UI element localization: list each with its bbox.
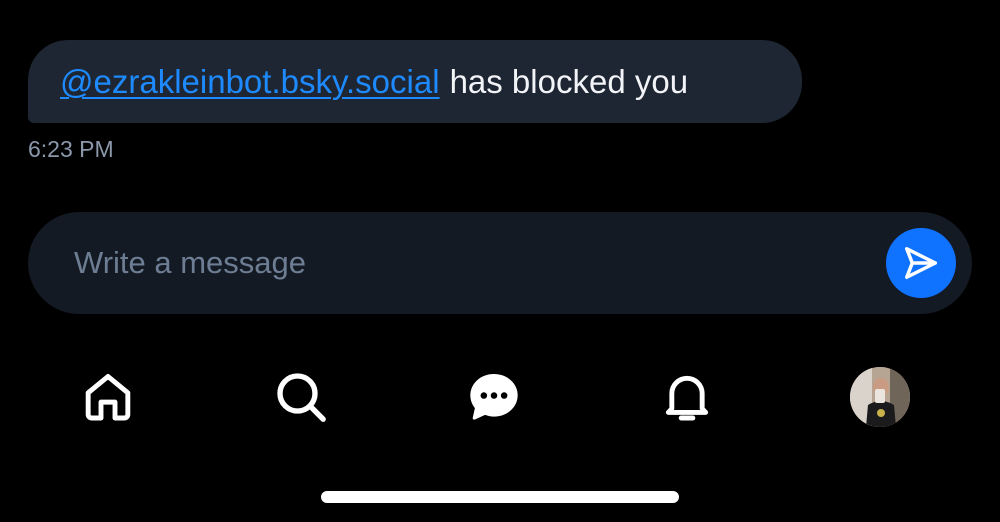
magnifier-icon	[277, 373, 326, 422]
tab-profile[interactable]	[843, 360, 917, 434]
chat-bubble-icon	[470, 374, 518, 420]
chat-screen: @ezrakleinbot.bsky.social has blocked yo…	[0, 0, 1000, 522]
send-button[interactable]	[886, 228, 956, 298]
home-indicator	[321, 491, 679, 503]
avatar	[850, 367, 910, 427]
tab-messages[interactable]	[457, 360, 531, 434]
mention-link[interactable]: @ezrakleinbot.bsky.social	[60, 63, 440, 101]
message-timestamp: 6:23 PM	[28, 136, 114, 162]
message-composer	[28, 212, 972, 314]
message-text: has blocked you	[449, 62, 689, 100]
tab-notifications[interactable]	[650, 360, 724, 434]
bottom-navigation	[0, 360, 1000, 434]
tab-home[interactable]	[71, 360, 145, 434]
house-icon	[85, 374, 131, 421]
message-input[interactable]	[72, 212, 856, 314]
paper-plane-icon	[905, 247, 937, 279]
tab-search[interactable]	[264, 360, 338, 434]
message-bubble: @ezrakleinbot.bsky.social has blocked yo…	[28, 40, 802, 123]
bell-icon	[665, 375, 709, 421]
